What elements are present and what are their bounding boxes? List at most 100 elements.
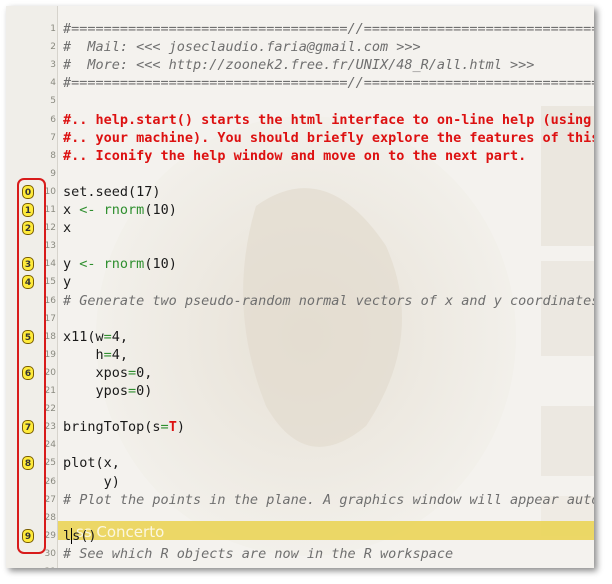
code-line[interactable]: 23 bringToTop(s=T) [6,418,594,437]
line-number: 4 [50,78,56,88]
code-token: (10) [144,256,177,272]
code-token: = [160,419,169,435]
code-text: # Mail: <<< joseclaudio.faria@gmail.com … [63,38,421,57]
code-line[interactable]: 22 [6,400,594,419]
code-line[interactable]: 29 ls() [6,527,594,546]
code-line[interactable]: 13 [6,237,594,256]
code-line[interactable]: 11 x <- rnorm(10) [6,201,594,220]
code-line[interactable]: 24 [6,436,594,455]
code-text: bringToTop(s=T) [63,418,185,437]
code-text: x [63,219,71,238]
code-line[interactable]: 6 #.. help.start() starts the html interf… [6,111,594,130]
code-token: rnorm [103,256,145,272]
code-line[interactable]: 21 ypos=0) [6,382,594,401]
code-line[interactable]: 12 x [6,219,594,238]
editor-window: ss Concerto 1 #==========================… [6,6,594,568]
code-token: 0) [136,383,153,399]
code-line[interactable]: 15 y [6,273,594,292]
code-text: #.. Iconify the help window and move on … [63,147,526,166]
code-text: #.. your machine). You should briefly ex… [63,129,594,148]
code-token: T [168,419,177,435]
code-text: plot(x, [63,454,120,473]
code-text: set.seed(17) [63,183,161,202]
code-text: # Generate two pseudo-random normal vect… [63,292,594,311]
code-line[interactable]: 1 #==================================//==… [6,20,594,39]
code-text: h=4, [63,346,129,365]
code-line[interactable]: 14 y <- rnorm(10) [6,255,594,274]
code-token: # Generate two pseudo-random normal vect… [63,293,594,309]
code-token: ) [176,419,185,435]
code-line[interactable]: 30 # See which R objects are now in the R… [6,545,594,564]
code-line[interactable]: 20 xpos=0, [6,364,594,383]
code-token: x [63,202,80,218]
code-token: l [63,528,72,544]
code-token: ypos [63,383,129,399]
code-line[interactable]: 27 # Plot the points in the plane. A grap… [6,491,594,510]
code-token: xpos [63,365,129,381]
code-token: 4, [111,347,129,363]
code-line[interactable]: 28 [6,509,594,528]
line-number: 8 [50,151,56,161]
code-token: s() [71,528,97,544]
line-number: 5 [50,96,56,106]
code-token: <- [79,256,96,272]
code-text: x11(w=4, [63,328,128,347]
code-text: # Plot the points in the plane. A graphi… [63,491,594,510]
code-token: x11(w [63,329,104,345]
code-line[interactable]: 25 plot(x, [6,454,594,473]
code-line[interactable]: 5 [6,92,594,111]
code-text: xpos=0, [63,364,153,383]
code-token: # Plot the points in the plane. A graphi… [63,492,594,508]
line-number: 1 [50,24,56,34]
code-token: #.. Iconify the help window and move on … [63,148,527,164]
code-text: y) [63,473,120,492]
line-number: 3 [50,60,56,70]
code-text: ypos=0) [63,382,153,401]
code-token: y [63,274,72,290]
code-line[interactable]: 2 # Mail: <<< joseclaudio.faria@gmail.com… [6,38,594,57]
line-number: 6 [50,115,56,125]
code-token: # Mail: <<< joseclaudio.faria@gmail.com … [63,39,421,55]
code-line[interactable]: 10 set.seed(17) [6,183,594,202]
code-token: rnorm [103,202,145,218]
code-line[interactable]: 31 [6,563,594,568]
line-number: 31 [36,563,56,568]
code-token: = [103,347,112,363]
marker-callout-outline [17,178,46,554]
code-text: y [63,273,71,292]
code-line[interactable]: 16 # Generate two pseudo-random normal ve… [6,292,594,311]
code-text: #.. help.start() starts the html interfa… [63,111,594,130]
code-token: = [103,329,112,345]
code-text: #==================================//===… [63,74,594,93]
code-token: y) [63,474,120,490]
code-token: # See which R objects are now in the R w… [63,546,454,562]
code-token: #.. help.start() starts the html interfa… [63,112,592,128]
line-number: 7 [50,133,56,143]
code-line[interactable]: 7 #.. your machine). You should briefly e… [6,129,594,148]
code-token: # More: <<< http://zoonek2.free.fr/UNIX/… [63,57,535,73]
code-token: plot(x, [63,455,120,471]
code-line[interactable]: 18 x11(w=4, [6,328,594,347]
code-token: y [63,256,80,272]
code-token: <- [79,202,96,218]
code-line[interactable]: 4 #==================================//==… [6,74,594,93]
code-line[interactable]: 17 [6,310,594,329]
code-token: #==================================//===… [63,21,594,37]
code-text: x <- rnorm(10) [63,201,177,220]
code-text: ls() [63,527,97,546]
code-text: # More: <<< http://zoonek2.free.fr/UNIX/… [63,56,534,75]
code-line[interactable]: 9 [6,165,594,184]
code-token: x [63,220,72,236]
code-text: #==================================//===… [63,20,594,39]
line-number: 2 [50,42,56,52]
code-token: 4, [111,329,129,345]
code-token: 0, [136,365,153,381]
code-line[interactable]: 3 # More: <<< http://zoonek2.free.fr/UNIX… [6,56,594,75]
code-token: h [63,347,104,363]
code-line[interactable]: 26 y) [6,473,594,492]
code-line[interactable]: 19 h=4, [6,346,594,365]
code-token: #.. your machine). You should briefly ex… [63,130,594,146]
code-line[interactable]: 8 #.. Iconify the help window and move on… [6,147,594,166]
